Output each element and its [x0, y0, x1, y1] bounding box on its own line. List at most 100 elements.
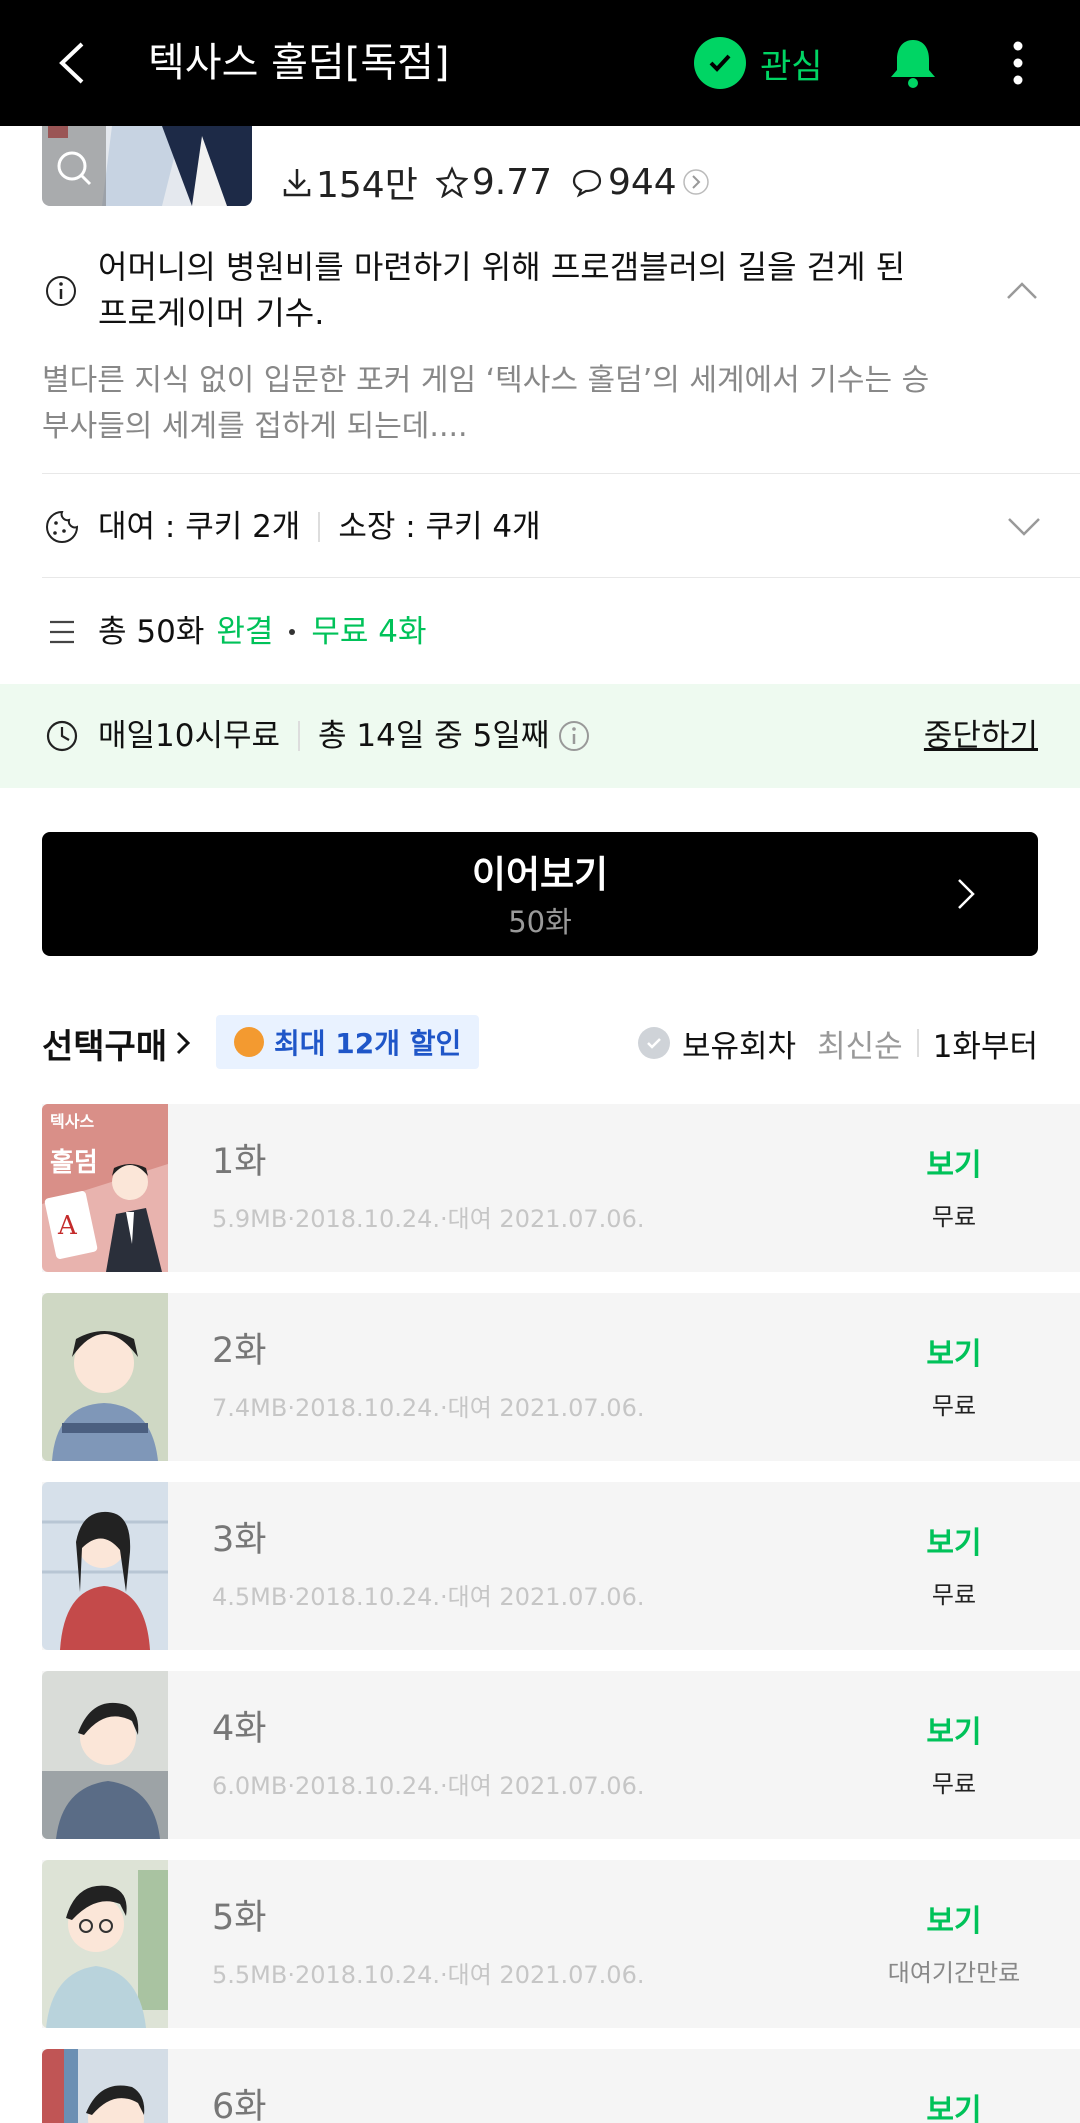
comments-count: 944 [608, 161, 677, 203]
back-arrow-icon[interactable] [42, 30, 108, 96]
view-button[interactable]: 보기 [874, 1711, 1034, 1755]
comments-stat[interactable]: 944 [570, 162, 715, 203]
favorite-button[interactable]: 관심 [694, 36, 823, 90]
svg-text:A: A [57, 1211, 78, 1241]
chevron-right-icon [177, 1031, 191, 1055]
info-icon [46, 276, 76, 306]
download-icon [283, 169, 311, 197]
daily-free-info: 매일10시무료 총 14일 중 5일째 [98, 711, 591, 761]
separator [298, 721, 301, 751]
episode-price: 무료 [931, 1581, 977, 1609]
divider [42, 577, 1080, 578]
episode-title: 4화 [212, 1709, 267, 1749]
rating-stat: 9.77 [435, 161, 552, 203]
synopsis-title: 어머니의 병원비를 마련하기 위해 프로갬블러의 길을 걷게 된 프로게이머 기… [98, 248, 906, 332]
episode-thumbnail [42, 1482, 168, 1650]
episode-title: 1화 [212, 1142, 267, 1182]
episode-meta: 5.5MB·2018.10.24.·대여 2021.07.06. [212, 1961, 645, 1989]
comment-icon [572, 169, 602, 198]
list-item[interactable]: 3화 4.5MB·2018.10.24.·대여 2021.07.06. 보기 무… [42, 1482, 1080, 1650]
episode-thumbnail [42, 1671, 168, 1839]
star-icon [435, 166, 468, 198]
episode-meta: 6.0MB·2018.10.24.·대여 2021.07.06. [212, 1772, 645, 1800]
list-item[interactable]: 2화 7.4MB·2018.10.24.·대여 2021.07.06. 보기 무… [42, 1293, 1080, 1461]
owned-label: 보유회차 [682, 1028, 797, 1065]
view-button[interactable]: 보기 [874, 1333, 1034, 1377]
chevron-right-circle-icon [682, 169, 709, 195]
rental-price-info: 대여 : 쿠키 2개 소장 : 쿠키 4개 [98, 502, 541, 552]
list-item[interactable]: 5화 5.5MB·2018.10.24.·대여 2021.07.06. 보기 대… [42, 1860, 1080, 2028]
separator [318, 512, 321, 542]
owned-episodes-filter[interactable]: 보유회차 [638, 1017, 796, 1069]
sort-options: 최신순 1화부터 [817, 1017, 1038, 1069]
separator [916, 1029, 919, 1057]
check-icon [694, 37, 746, 89]
episode-meta: 4.5MB·2018.10.24.·대여 2021.07.06. [212, 1583, 645, 1611]
episode-title: 3화 [212, 1520, 267, 1560]
chevron-down-icon[interactable] [1004, 508, 1044, 544]
downloads-count: 154만 [316, 165, 418, 206]
episode-thumbnail: A 텍사스 홀덤 [42, 1104, 168, 1272]
episode-thumbnail [42, 2049, 168, 2123]
downloads-stat: 154만 [282, 156, 418, 208]
continue-reading-button[interactable]: 이어보기 50화 [42, 832, 1038, 956]
episode-meta: 5.9MB·2018.10.24.·대여 2021.07.06. [212, 1205, 645, 1233]
discount-text: 최대 12개 할인 [274, 1027, 462, 1060]
episode-price: 무료 [931, 1203, 977, 1231]
info-icon[interactable] [557, 719, 591, 753]
view-button[interactable]: 보기 [874, 2089, 1034, 2123]
chevron-right-icon [958, 879, 975, 909]
view-button[interactable]: 보기 [874, 1522, 1034, 1566]
stop-button[interactable]: 중단하기 [924, 711, 1038, 761]
rating-value: 9.77 [471, 161, 552, 203]
continue-episode: 50화 [508, 905, 572, 939]
episode-title: 5화 [212, 1898, 267, 1938]
episode-list-screen: 텍사스 홀덤[독점] 관심 154만 9.77 944 어머니의 병원비를 마련… [0, 0, 1080, 2123]
check-circle-icon [638, 1027, 670, 1059]
chevron-up-icon[interactable] [1004, 272, 1040, 308]
select-purchase-link[interactable]: 선택구매 [42, 1017, 195, 1069]
synopsis-description: 별다른 지식 없이 입문한 포커 게임 ‘텍사스 홀덤’의 세계에서 기수는 승… [42, 363, 930, 444]
episode-price: 대여기간만료 [887, 1959, 1021, 1987]
cover-text-small: 텍사스 [50, 1112, 95, 1131]
cookie-icon [234, 1027, 264, 1057]
own-price: 소장 : 쿠키 4개 [338, 509, 541, 545]
cover-thumbnail[interactable] [42, 126, 252, 206]
clock-icon [46, 720, 78, 752]
list-item[interactable]: 6화 보기 [42, 2049, 1080, 2123]
free-count: 무료 4화 [311, 614, 427, 650]
episode-title: 6화 [212, 2087, 267, 2123]
discount-badge[interactable]: 최대 12개 할인 [216, 1015, 480, 1069]
list-item[interactable]: 4화 6.0MB·2018.10.24.·대여 2021.07.06. 보기 무… [42, 1671, 1080, 1839]
daily-free-banner: 매일10시무료 총 14일 중 5일째 중단하기 [0, 684, 1080, 788]
page-title: 텍사스 홀덤[독점] [148, 40, 450, 86]
complete-badge: 완결 [216, 614, 274, 650]
search-icon [42, 126, 106, 206]
daily-free-label: 매일10시무료 [98, 718, 281, 754]
bell-icon[interactable] [884, 34, 942, 92]
continue-label: 이어보기 [471, 853, 609, 896]
select-purchase-label: 선택구매 [42, 1026, 168, 1067]
rent-price: 대여 : 쿠키 2개 [98, 509, 301, 545]
view-button[interactable]: 보기 [874, 1900, 1034, 1944]
more-options-icon[interactable] [1000, 34, 1036, 92]
episode-meta: 7.4MB·2018.10.24.·대여 2021.07.06. [212, 1394, 645, 1422]
episode-thumbnail [42, 1860, 168, 2028]
top-app-bar: 텍사스 홀덤[독점] 관심 [0, 0, 1080, 126]
episode-summary: 총 50화 완결 무료 4화 [98, 607, 427, 657]
daily-free-progress: 총 14일 중 5일째 [318, 718, 550, 754]
list-icon [50, 620, 74, 644]
bullet [289, 629, 296, 635]
sort-latest[interactable]: 최신순 [817, 1021, 903, 1066]
list-item[interactable]: A 텍사스 홀덤 1화 5.9MB·2018.10.24.·대여 2021.07… [42, 1104, 1080, 1272]
divider [42, 473, 1080, 474]
total-episodes: 총 50화 [98, 614, 205, 650]
stats-row: 154만 9.77 944 [282, 156, 733, 208]
episode-price: 무료 [931, 1770, 977, 1798]
view-button[interactable]: 보기 [874, 1144, 1034, 1188]
sort-first[interactable]: 1화부터 [933, 1021, 1038, 1066]
cover-text-large: 홀덤 [50, 1148, 98, 1178]
episode-title: 2화 [212, 1331, 267, 1371]
episode-thumbnail [42, 1293, 168, 1461]
episode-price: 무료 [931, 1392, 977, 1420]
